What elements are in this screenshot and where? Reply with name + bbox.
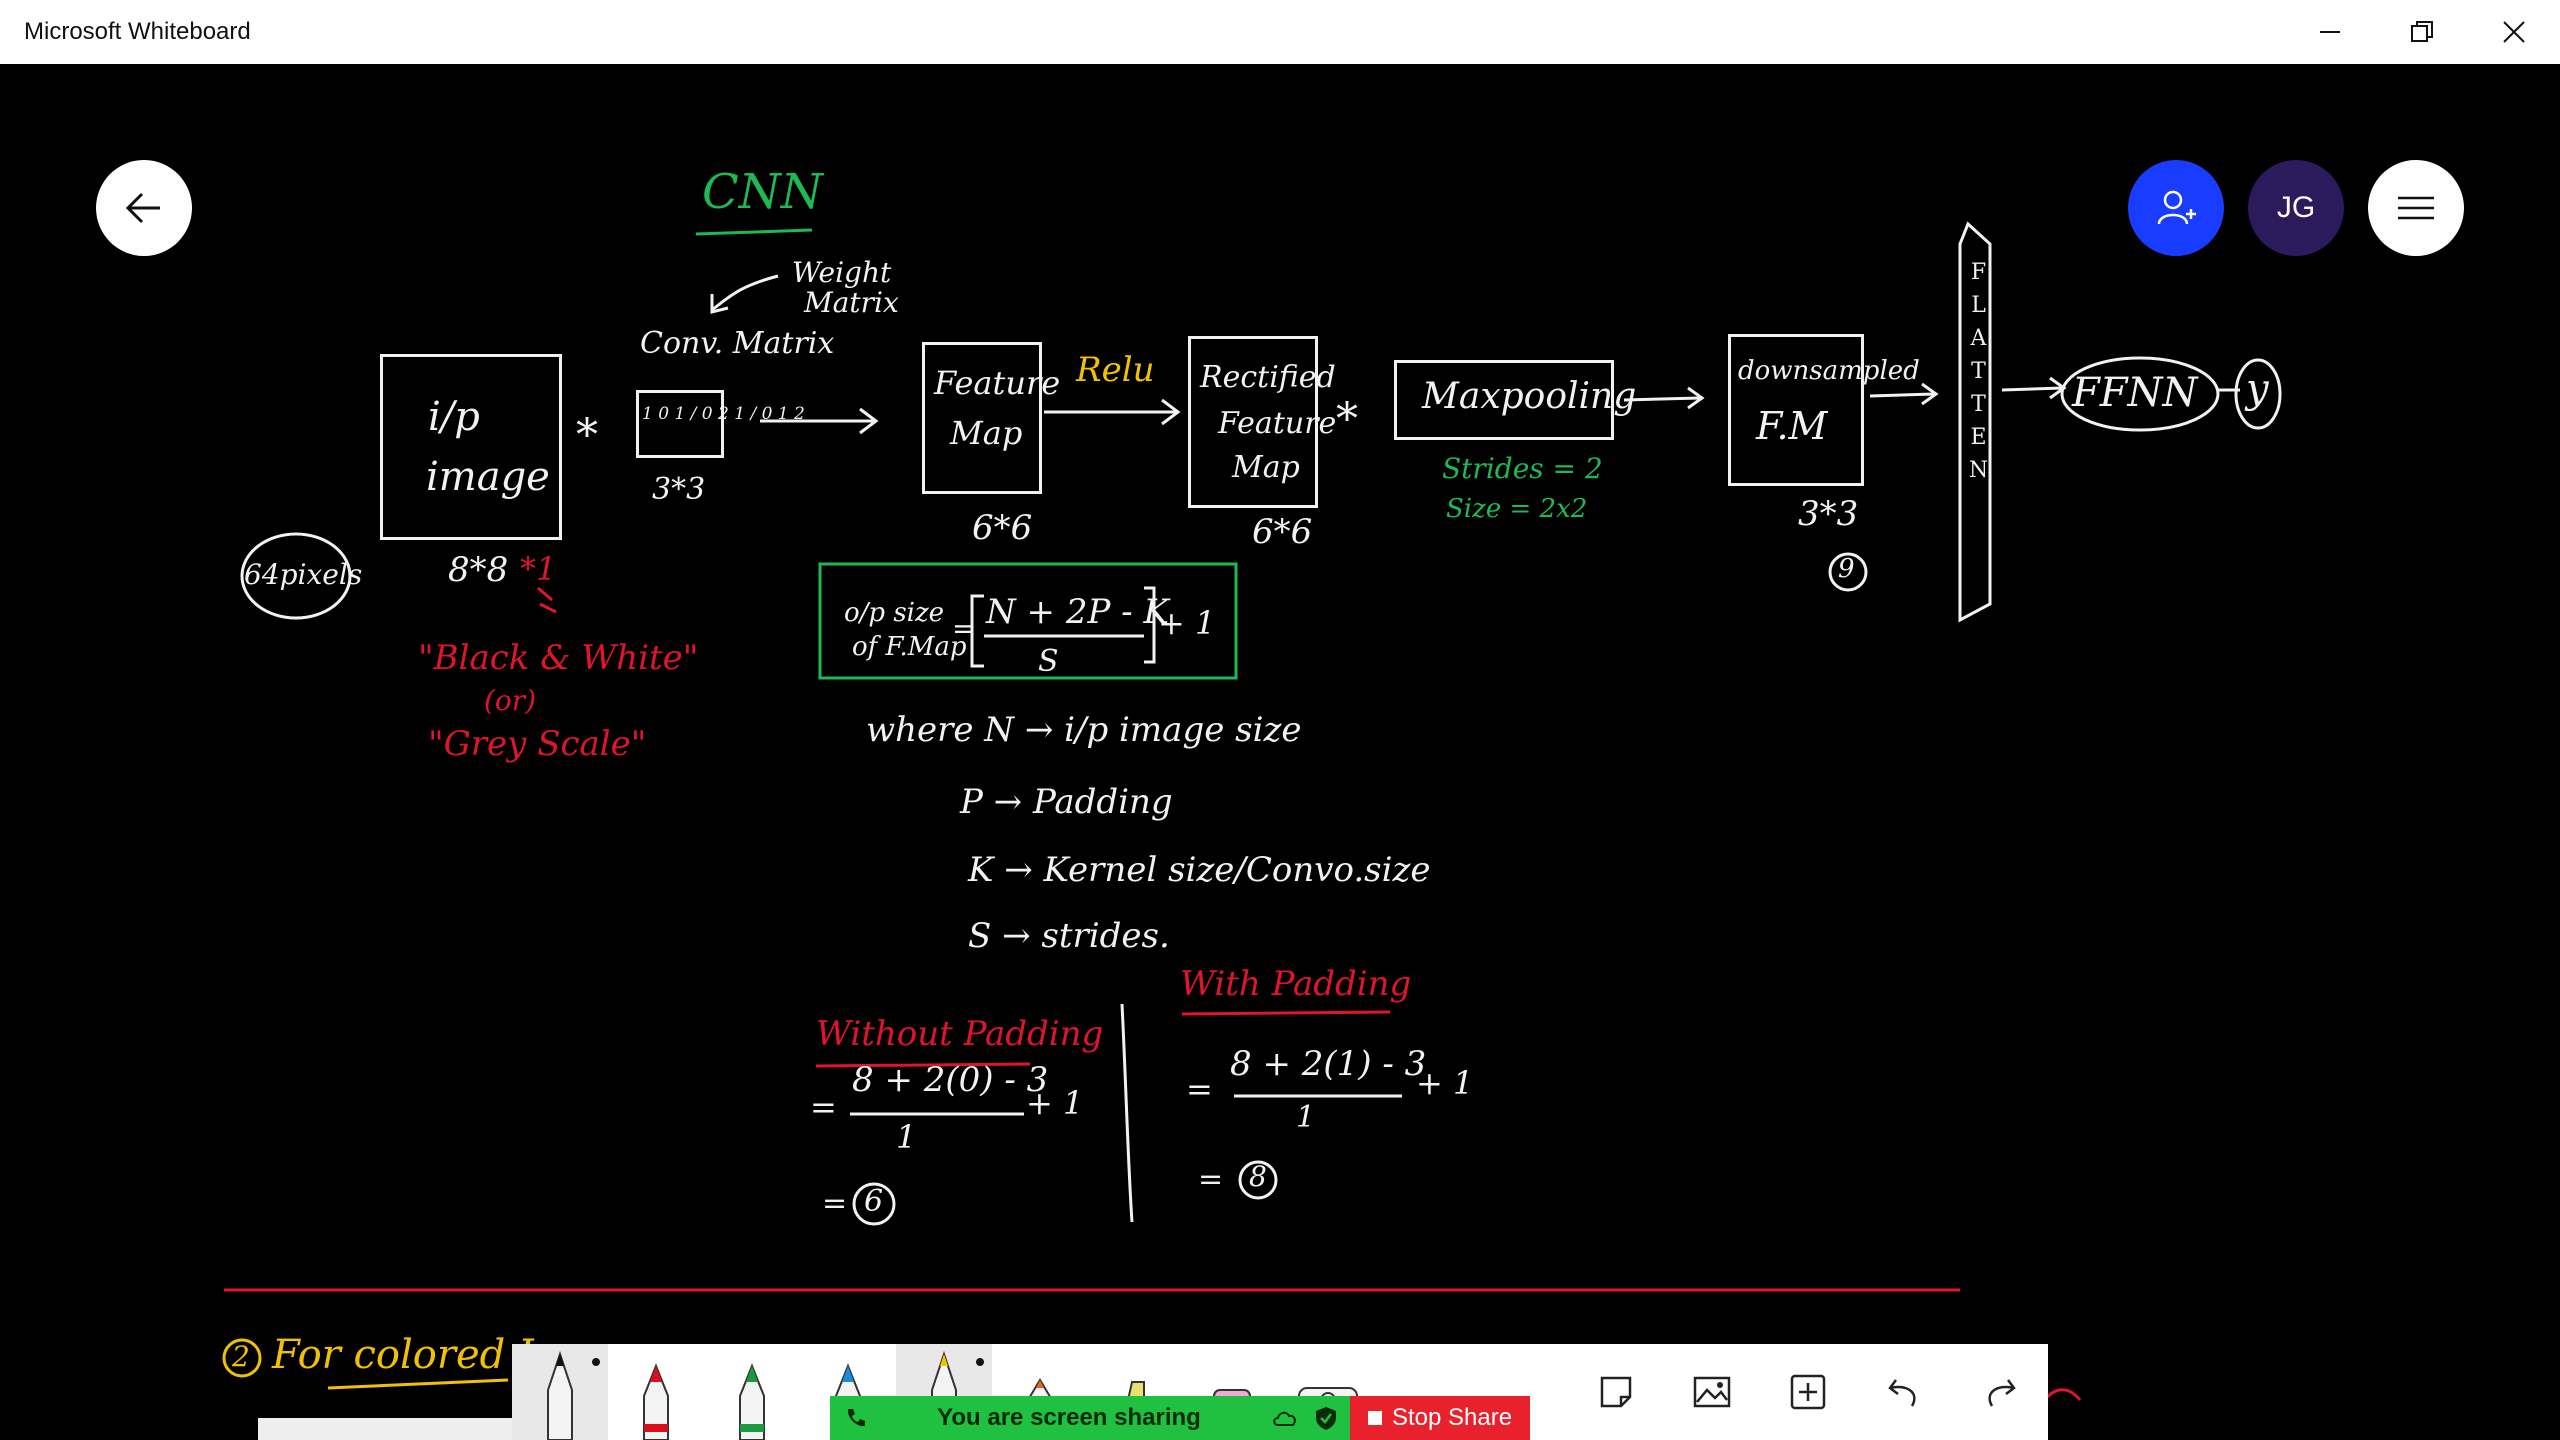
- input-channels-label: *1: [520, 550, 557, 588]
- formula-denominator: S: [1038, 644, 1059, 679]
- sharing-text: You are screen sharing: [937, 1404, 1201, 1431]
- minimize-icon: [2320, 31, 2340, 33]
- pen-black-tool[interactable]: [512, 1344, 608, 1440]
- where-s-line: S → strides.: [968, 916, 1170, 956]
- downsampled-count: 9: [1838, 554, 1855, 584]
- restore-button[interactable]: [2376, 0, 2468, 64]
- inserted-image-partial[interactable]: [258, 1418, 514, 1440]
- pixels-label: 64pixels: [244, 558, 363, 591]
- input-image-label-2: image: [426, 454, 550, 500]
- minimize-button[interactable]: [2284, 0, 2376, 64]
- plus-box-icon: [1790, 1374, 1826, 1410]
- where-k-line: K → Kernel size/Convo.size: [968, 850, 1431, 890]
- without-padding-result-equals: =: [822, 1186, 848, 1221]
- where-n-line: where N → i/p image size: [866, 710, 1302, 750]
- ink-strokes: [222, 221, 2282, 1401]
- selected-dot-icon: [592, 1358, 600, 1366]
- kernel-size-label: 3*3: [652, 472, 706, 507]
- shield-check-icon: [1316, 1407, 1336, 1430]
- stop-icon: [1367, 1411, 1382, 1425]
- multiply-sign-2: *: [1336, 394, 1358, 445]
- downsampled-label-2: F.M: [1756, 404, 1828, 448]
- app-title: Microsoft Whiteboard: [24, 18, 251, 45]
- output-y-label: y: [2246, 366, 2269, 412]
- add-content-button[interactable]: [1760, 1344, 1856, 1440]
- restore-icon: [2411, 21, 2433, 42]
- section-2-number: 2: [232, 1340, 250, 1373]
- weight-matrix-label-2: Matrix: [804, 286, 899, 319]
- relu-label: Relu: [1076, 350, 1155, 390]
- or-label: (or): [484, 684, 537, 717]
- with-padding-result: 8: [1249, 1160, 1267, 1193]
- without-padding-label: Without Padding: [816, 1014, 1104, 1054]
- close-button[interactable]: [2468, 0, 2560, 64]
- formula-numerator: N + 2P - K: [986, 592, 1169, 632]
- kernel-grid-box: [636, 390, 724, 458]
- conv-matrix-label: Conv. Matrix: [640, 326, 835, 361]
- redo-button[interactable]: [1952, 1344, 2048, 1440]
- formula-label-1: o/p size: [844, 598, 945, 628]
- phone-icon: [847, 1409, 865, 1427]
- title-bar: Microsoft Whiteboard: [0, 0, 2560, 65]
- formula-plus-one: + 1: [1158, 604, 1216, 642]
- input-size-label: 8*8: [448, 550, 509, 590]
- input-image-label-1: i/p: [428, 394, 480, 440]
- rectified-map-size: 6*6: [1252, 512, 1313, 552]
- black-white-label: "Black & White": [418, 638, 699, 678]
- rectified-label-2: Feature: [1218, 406, 1337, 441]
- with-padding-plus-one: + 1: [1416, 1064, 1474, 1102]
- pen-red-icon: [643, 1363, 669, 1440]
- with-padding-result-equals: =: [1198, 1162, 1224, 1197]
- with-padding-label: With Padding: [1180, 964, 1412, 1004]
- strides-label: Strides = 2: [1442, 452, 1603, 485]
- rectified-label-3: Map: [1232, 450, 1300, 485]
- pen-black-icon: [547, 1350, 573, 1440]
- without-padding-denominator: 1: [896, 1118, 917, 1156]
- cnn-title: CNN: [702, 164, 823, 220]
- weight-matrix-label-1: Weight: [792, 256, 892, 289]
- sticky-note-icon: [1600, 1376, 1632, 1408]
- redo-icon: [1988, 1379, 2016, 1407]
- ffnn-label: FFNN: [2072, 370, 2198, 416]
- downsampled-size: 3*3: [1798, 494, 1859, 534]
- input-image-box: [380, 354, 562, 540]
- flatten-label: FLATTEN: [1966, 260, 1991, 491]
- kernel-grid-values: 1 0 1 / 0 2 1 / 0 1 2: [642, 404, 805, 424]
- add-note-button[interactable]: [1568, 1344, 1664, 1440]
- feature-map-label-2: Map: [950, 414, 1023, 452]
- with-padding-denominator: 1: [1296, 1100, 1316, 1135]
- stop-share-label: Stop Share: [1391, 1404, 1513, 1431]
- multiply-sign-1: *: [576, 410, 598, 461]
- without-padding-numerator: 8 + 2(0) - 3: [852, 1060, 1049, 1100]
- undo-icon: [1888, 1379, 1916, 1407]
- downsampled-label-1: downsampled: [1738, 356, 1920, 386]
- sharing-indicator[interactable]: You are screen sharing: [830, 1396, 1350, 1440]
- maxpooling-label: Maxpooling: [1422, 376, 1637, 417]
- stop-share-button[interactable]: Stop Share: [1350, 1396, 1530, 1440]
- selected-dot-icon: [976, 1358, 984, 1366]
- pen-red-tool[interactable]: [608, 1344, 704, 1440]
- undo-button[interactable]: [1856, 1344, 1952, 1440]
- close-icon: [2503, 21, 2525, 43]
- feature-map-label-1: Feature: [934, 364, 1061, 402]
- rectified-label-1: Rectified: [1200, 360, 1336, 395]
- without-padding-result: 6: [864, 1184, 884, 1219]
- pen-green-icon: [739, 1363, 765, 1440]
- pen-green-tool[interactable]: [704, 1344, 800, 1440]
- insert-image-button[interactable]: [1664, 1344, 1760, 1440]
- formula-label-2: of F.Map: [852, 632, 967, 662]
- size-label: Size = 2x2: [1446, 494, 1588, 524]
- image-icon: [1693, 1376, 1731, 1408]
- without-padding-equals: =: [810, 1088, 837, 1126]
- without-padding-plus-one: + 1: [1026, 1084, 1084, 1122]
- with-padding-equals: =: [1186, 1070, 1213, 1108]
- cloud-icon: [1273, 1411, 1296, 1426]
- formula-equals: =: [952, 612, 976, 645]
- where-p-line: P → Padding: [960, 782, 1173, 822]
- grey-scale-label: "Grey Scale": [428, 724, 647, 764]
- feature-map-size: 6*6: [972, 508, 1033, 548]
- with-padding-numerator: 8 + 2(1) - 3: [1230, 1044, 1427, 1084]
- screen-share-bar: You are screen sharing Stop Share: [830, 1396, 1530, 1440]
- whiteboard-canvas[interactable]: JG CNN Weight Matrix Conv. Matrix i/p im…: [0, 64, 2560, 1440]
